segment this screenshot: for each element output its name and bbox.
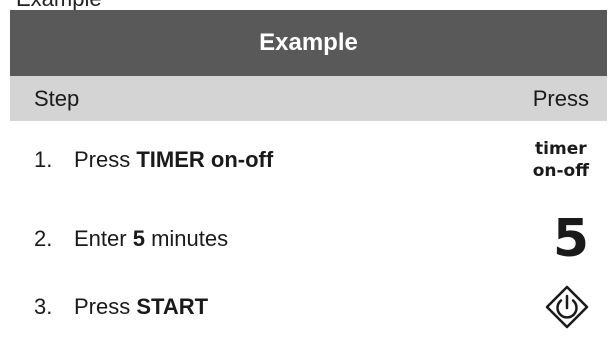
step-number: 2. (34, 226, 53, 251)
step-prefix: Enter (74, 226, 133, 251)
table-title: Example (259, 29, 358, 56)
step-number: 3. (34, 294, 53, 319)
title-bar: Example (10, 10, 607, 76)
table-row: 1. Press TIMER on-off timer on-off (10, 131, 607, 189)
start-diamond-icon (545, 285, 589, 329)
step-suffix: minutes (144, 226, 229, 251)
step-instruction: 2. Enter 5 minutes (34, 226, 228, 252)
step-prefix: Press (74, 147, 137, 172)
step-instruction: 3. Press START (34, 294, 208, 320)
timer-key-line1: timer (535, 139, 587, 159)
step-keyword: TIMER on-off (136, 147, 274, 172)
table-row: 2. Enter 5 minutes 5 (10, 210, 607, 268)
step-number: 1. (34, 147, 53, 172)
step-keyword: 5 (132, 226, 145, 251)
step-prefix: Press (74, 294, 137, 319)
header-step-label: Step (34, 85, 80, 111)
table-header: Step Press (10, 76, 607, 121)
cut-off-top-text: Example (16, 0, 102, 10)
step-keyword: START (136, 294, 209, 319)
table-row: 3. Press START (10, 280, 607, 334)
digit-five-key: 5 (552, 209, 589, 269)
timer-on-off-key: timer on-off (533, 138, 589, 182)
step-instruction: 1. Press TIMER on-off (34, 147, 273, 173)
timer-key-line2: on-off (532, 161, 589, 181)
header-press-label: Press (532, 85, 589, 111)
